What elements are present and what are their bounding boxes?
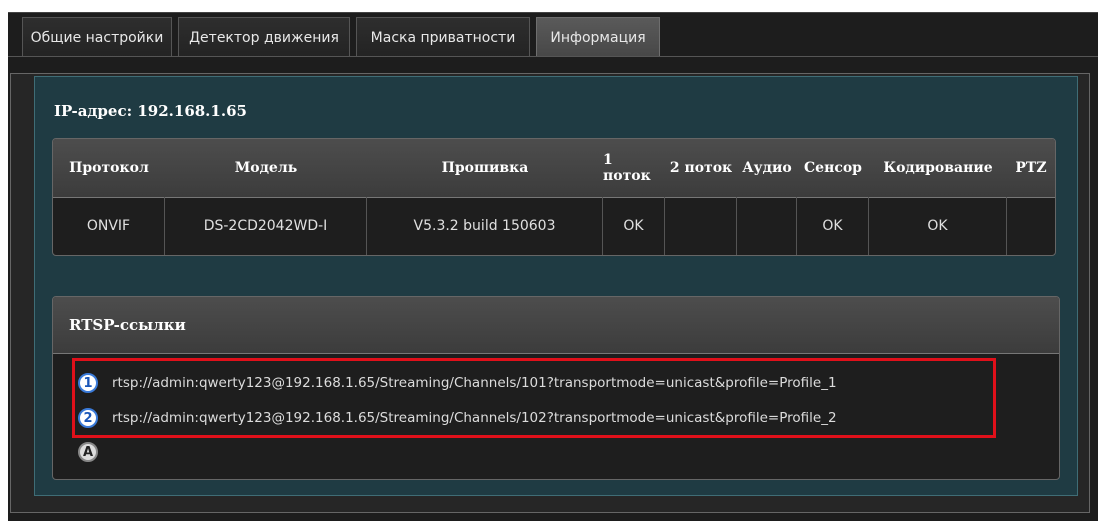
tab-bar-divider <box>8 56 1098 57</box>
cell-stream-1: OK <box>603 197 665 255</box>
cell-encoding: OK <box>869 197 1007 255</box>
tab-bar: Общие настройки Детектор движения Маска … <box>8 13 1098 57</box>
cell-sensor: OK <box>797 197 869 255</box>
rtsp-panel-header: RTSP-ссылки <box>53 297 1059 354</box>
header-sensor: Сенсор <box>804 160 862 176</box>
tab-motion-detector[interactable]: Детектор движения <box>178 17 350 57</box>
header-stream-1: 1 поток <box>603 152 651 184</box>
cell-protocol: ONVIF <box>53 197 165 255</box>
device-info-table: Протокол Модель Прошивка 1 поток 2 поток… <box>52 138 1056 256</box>
header-protocol: Протокол <box>69 160 149 176</box>
header-audio: Аудио <box>742 160 792 176</box>
rtsp-link-1[interactable]: 1 rtsp://admin:qwerty123@192.168.1.65/St… <box>78 371 837 395</box>
header-ptz: PTZ <box>1015 160 1047 176</box>
cell-stream-2 <box>665 197 737 255</box>
cell-audio <box>737 197 797 255</box>
cell-firmware: V5.3.2 build 150603 <box>367 197 603 255</box>
rtsp-url-1[interactable]: rtsp://admin:qwerty123@192.168.1.65/Stre… <box>112 375 837 391</box>
rtsp-link-2[interactable]: 2 rtsp://admin:qwerty123@192.168.1.65/St… <box>78 406 837 430</box>
header-model: Модель <box>234 160 298 176</box>
ip-address-label: IP-адрес: 192.168.1.65 <box>54 102 247 120</box>
header-firmware: Прошивка <box>441 160 529 176</box>
cell-ptz <box>1007 197 1055 255</box>
rtsp-url-2[interactable]: rtsp://admin:qwerty123@192.168.1.65/Stre… <box>112 410 837 426</box>
header-encoding: Кодирование <box>883 160 993 176</box>
tab-privacy-mask[interactable]: Маска приватности <box>356 17 530 57</box>
tab-general-settings[interactable]: Общие настройки <box>22 17 172 57</box>
header-stream-2: 2 поток <box>669 160 733 176</box>
tab-information[interactable]: Информация <box>536 17 660 57</box>
stream-2-icon: 2 <box>78 408 98 428</box>
table-header: Протокол Модель Прошивка 1 поток 2 поток… <box>53 139 1055 198</box>
stream-1-icon: 1 <box>78 373 98 393</box>
cell-model: DS-2CD2042WD-I <box>165 197 367 255</box>
rtsp-panel-title: RTSP-ссылки <box>69 316 186 334</box>
rtsp-link-audio[interactable]: A <box>78 440 112 464</box>
audio-stream-icon: A <box>78 442 98 462</box>
